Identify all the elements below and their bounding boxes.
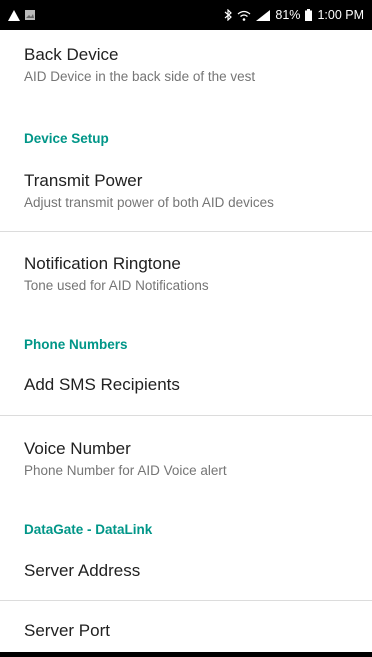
category-phone-numbers: Phone Numbers: [24, 337, 128, 352]
pref-summary: Phone Number for AID Voice alert: [24, 463, 227, 478]
category-datagate: DataGate - DataLink: [24, 522, 153, 537]
pref-notification-ringtone[interactable]: Notification Ringtone Tone used for AID …: [0, 253, 372, 295]
divider: [0, 231, 372, 232]
pref-back-device[interactable]: Back Device AID Device in the back side …: [0, 44, 372, 86]
divider: [0, 415, 372, 416]
pref-summary: Tone used for AID Notifications: [24, 278, 209, 293]
signal-icon: [256, 9, 271, 21]
screen-bottom-edge: [0, 652, 372, 657]
category-device-setup: Device Setup: [24, 131, 109, 146]
status-bar-right: 81% 1:00 PM: [224, 8, 364, 22]
pref-title: Transmit Power: [24, 171, 143, 190]
image-icon: [25, 10, 35, 20]
pref-server-port[interactable]: Server Port: [0, 620, 372, 642]
pref-title: Add SMS Recipients: [24, 375, 180, 394]
pref-title: Back Device: [24, 45, 119, 64]
pref-server-address[interactable]: Server Address: [0, 560, 372, 582]
wifi-icon: [237, 10, 251, 21]
pref-title: Server Address: [24, 561, 141, 580]
status-bar: 81% 1:00 PM: [0, 0, 372, 30]
battery-icon: [305, 9, 313, 21]
status-bar-left: [8, 9, 35, 21]
divider: [0, 600, 372, 601]
pref-transmit-power[interactable]: Transmit Power Adjust transmit power of …: [0, 170, 372, 212]
pref-summary: Adjust transmit power of both AID device…: [24, 195, 274, 210]
pref-voice-number[interactable]: Voice Number Phone Number for AID Voice …: [0, 438, 372, 480]
pref-title: Server Port: [24, 621, 110, 640]
pref-title: Notification Ringtone: [24, 254, 181, 273]
alert-triangle-icon: [8, 9, 20, 21]
battery-percent: 81%: [275, 8, 301, 22]
pref-summary: AID Device in the back side of the vest: [24, 69, 256, 84]
pref-add-sms-recipients[interactable]: Add SMS Recipients: [0, 374, 372, 396]
status-time: 1:00 PM: [317, 8, 364, 22]
bluetooth-icon: [224, 9, 233, 21]
pref-title: Voice Number: [24, 439, 131, 458]
